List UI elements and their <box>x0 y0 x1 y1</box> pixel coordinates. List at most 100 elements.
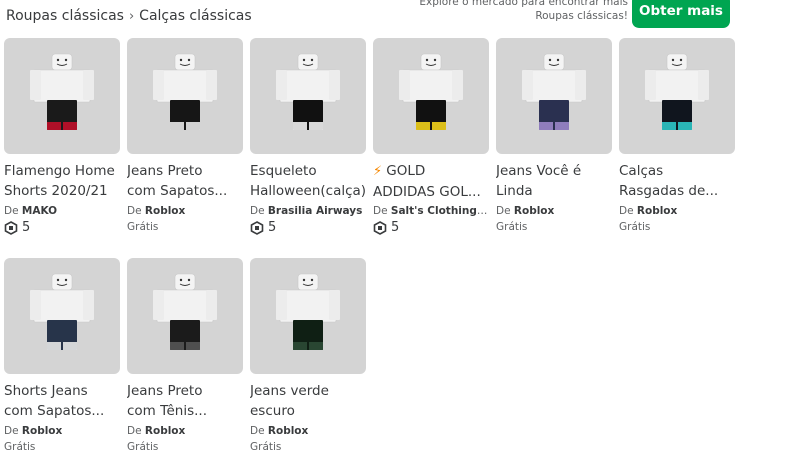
item-thumbnail[interactable] <box>127 258 243 374</box>
creator-name[interactable]: Roblox <box>145 205 185 217</box>
item-price: 5 <box>4 220 120 235</box>
item-thumbnail[interactable] <box>127 38 243 154</box>
item-free-label: Grátis <box>250 441 282 453</box>
creator-prefix: De <box>4 205 22 217</box>
breadcrumb: Roupas clássicas › Calças clássicas <box>6 8 252 24</box>
item-name-line: Jeans Preto <box>127 383 203 399</box>
item-creator[interactable]: De Roblox <box>496 205 612 217</box>
robux-icon <box>373 220 387 235</box>
item-card[interactable]: ⚡ GOLD ADDIDAS GOL... De Salt's Clothing … <box>373 38 489 235</box>
robux-icon <box>250 220 264 235</box>
item-name[interactable]: Jeans Preto com Sapatos... <box>127 161 243 201</box>
creator-prefix: De <box>619 205 637 217</box>
item-creator[interactable]: De Roblox <box>127 425 243 437</box>
item-creator[interactable]: De Roblox <box>127 205 243 217</box>
item-name-line: com Tênis... <box>127 403 207 419</box>
item-name-line: com Sapatos... <box>4 403 105 419</box>
item-creator[interactable]: De Salt's Clothing Fa... <box>373 205 489 217</box>
item-thumbnail[interactable] <box>4 258 120 374</box>
creator-prefix: De <box>127 425 145 437</box>
item-price: 5 <box>250 220 366 235</box>
item-thumbnail[interactable] <box>373 38 489 154</box>
get-more-button[interactable]: Obter mais <box>632 0 730 28</box>
item-name-line: Flamengo Home <box>4 163 115 179</box>
item-card[interactable]: Esqueleto Halloween(calça) De Brasilia Ai… <box>250 38 366 235</box>
avatar-figure <box>30 53 94 130</box>
creator-name[interactable]: MAKO <box>22 205 57 217</box>
item-thumbnail[interactable] <box>619 38 735 154</box>
item-card[interactable]: Calças Rasgadas de... De Roblox Grátis <box>619 38 735 233</box>
avatar-figure <box>153 273 217 350</box>
item-name[interactable]: Shorts Jeans com Sapatos... <box>4 381 120 421</box>
item-creator[interactable]: De Roblox <box>250 425 366 437</box>
item-name-line: Jeans verde <box>250 383 329 399</box>
item-free-label: Grátis <box>619 221 651 233</box>
creator-name[interactable]: Roblox <box>268 425 308 437</box>
creator-name[interactable]: Salt's Clothing Fa... <box>391 205 489 217</box>
item-free-label: Grátis <box>127 441 159 453</box>
promo-line-1: Explore o mercado para encontrar mais <box>419 0 628 8</box>
creator-prefix: De <box>127 205 145 217</box>
item-card[interactable]: Flamengo Home Shorts 2020/21 De MAKO 5 <box>4 38 120 235</box>
creator-prefix: De <box>373 205 391 217</box>
promo-line-2: Roupas clássicas! <box>535 10 628 22</box>
creator-name[interactable]: Roblox <box>514 205 554 217</box>
item-name[interactable]: Calças Rasgadas de... <box>619 161 735 201</box>
item-name[interactable]: Jeans Preto com Tênis... <box>127 381 243 421</box>
breadcrumb-parent[interactable]: Roupas clássicas <box>6 8 124 24</box>
item-thumbnail[interactable] <box>496 38 612 154</box>
promo-text: Explore o mercado para encontrar mais Ro… <box>388 0 628 23</box>
item-free-label: Grátis <box>4 441 36 453</box>
lightning-icon: ⚡ <box>373 164 387 179</box>
item-name-line: ADDIDAS GOL... <box>373 184 481 200</box>
item-name-line: Shorts Jeans <box>4 383 88 399</box>
item-free-label: Grátis <box>496 221 528 233</box>
item-name-line: Shorts 2020/21 <box>4 183 108 199</box>
item-card[interactable]: Jeans Preto com Tênis... De Roblox Grátis <box>127 258 243 453</box>
item-name-line: Rasgadas de... <box>619 183 719 199</box>
avatar-figure <box>30 273 94 350</box>
item-free-label: Grátis <box>127 221 159 233</box>
avatar-figure <box>522 53 586 130</box>
item-name[interactable]: Jeans Você é Linda <box>496 161 612 201</box>
item-creator[interactable]: De Roblox <box>619 205 735 217</box>
avatar-figure <box>645 53 709 130</box>
item-card[interactable]: Jeans Você é Linda De Roblox Grátis <box>496 38 612 233</box>
breadcrumb-current[interactable]: Calças clássicas <box>139 8 251 24</box>
avatar-figure <box>399 53 463 130</box>
creator-prefix: De <box>4 425 22 437</box>
item-name-line: Esqueleto <box>250 163 317 179</box>
creator-name[interactable]: Roblox <box>637 205 677 217</box>
creator-name[interactable]: Roblox <box>145 425 185 437</box>
creator-prefix: De <box>496 205 514 217</box>
item-name[interactable]: ⚡ GOLD ADDIDAS GOL... <box>373 161 489 201</box>
creator-prefix: De <box>250 205 268 217</box>
item-name[interactable]: Esqueleto Halloween(calça) <box>250 161 366 201</box>
avatar-figure <box>276 53 340 130</box>
item-name-line: escuro <box>250 403 295 419</box>
creator-name[interactable]: Brasilia Airways <box>268 205 363 217</box>
item-creator[interactable]: De Brasilia Airways <box>250 205 366 217</box>
chevron-right-icon: › <box>128 8 135 24</box>
item-price: 5 <box>373 220 489 235</box>
item-name-line: Halloween(calça) <box>250 183 366 199</box>
item-name[interactable]: Jeans verde escuro <box>250 381 366 421</box>
item-name-line: Jeans Você é <box>496 163 582 179</box>
item-name-line: ⚡ GOLD <box>373 161 489 182</box>
avatar-figure <box>153 53 217 130</box>
item-name-line: Calças <box>619 163 664 179</box>
creator-prefix: De <box>250 425 268 437</box>
item-thumbnail[interactable] <box>250 258 366 374</box>
item-thumbnail[interactable] <box>4 38 120 154</box>
creator-name[interactable]: Roblox <box>22 425 62 437</box>
item-name-text: GOLD <box>386 163 426 179</box>
item-name[interactable]: Flamengo Home Shorts 2020/21 <box>4 161 120 201</box>
item-card[interactable]: Jeans Preto com Sapatos... De Roblox Grát… <box>127 38 243 233</box>
item-creator[interactable]: De Roblox <box>4 425 120 437</box>
item-thumbnail[interactable] <box>250 38 366 154</box>
item-card[interactable]: Shorts Jeans com Sapatos... De Roblox Grá… <box>4 258 120 453</box>
item-card[interactable]: Jeans verde escuro De Roblox Grátis <box>250 258 366 453</box>
robux-icon <box>4 220 18 235</box>
item-creator[interactable]: De MAKO <box>4 205 120 217</box>
price-value: 5 <box>268 220 277 235</box>
